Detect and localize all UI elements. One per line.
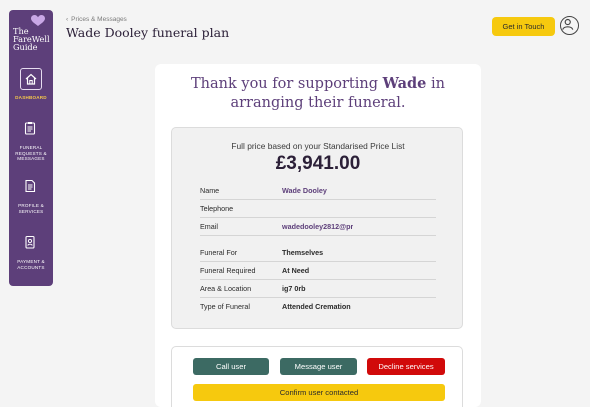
detail-row-email: Email wadedooley2812@pr <box>200 218 436 236</box>
sidebar-item-payment[interactable]: PAYMENT & ACCOUNTS <box>9 232 53 270</box>
sidebar: The FareWell Guide DASHBOARD FUNERAL REQ… <box>9 10 53 286</box>
detail-value: At Need <box>282 266 310 275</box>
sidebar-item-label: FUNERAL REQUESTS & MESSAGES <box>15 145 47 161</box>
message-user-button[interactable]: Message user <box>280 358 357 375</box>
detail-key: Funeral Required <box>200 266 256 275</box>
sidebar-item-label: PROFILE & SERVICES <box>18 203 44 214</box>
detail-row-funeral-required: Funeral Required At Need <box>200 262 436 280</box>
detail-key: Name <box>200 186 220 195</box>
price-label: Full price based on your Standarised Pri… <box>231 141 405 151</box>
thank-prefix: Thank you for supporting <box>191 76 378 92</box>
detail-row-type-of-funeral: Type of Funeral Attended Cremation <box>200 298 436 316</box>
person-icon <box>562 18 574 30</box>
email-link[interactable]: wadedooley2812@pr <box>282 222 353 231</box>
detail-value: Wade Dooley <box>282 186 327 195</box>
detail-key: Funeral For <box>200 248 238 257</box>
detail-row-name: Name Wade Dooley <box>200 182 436 200</box>
document-icon-box <box>20 176 42 198</box>
detail-value: Attended Cremation <box>282 302 351 311</box>
sidebar-item-label: DASHBOARD <box>15 95 47 100</box>
detail-key: Email <box>200 222 218 231</box>
thank-name: Wade <box>382 75 427 92</box>
sidebar-item-dashboard[interactable]: DASHBOARD <box>9 68 53 101</box>
price-amount: £3,941.00 <box>275 153 361 174</box>
detail-value: ig7 0rb <box>282 284 306 293</box>
logo-line-3: Guide <box>13 42 38 52</box>
detail-key: Area & Location <box>200 284 252 293</box>
document-icon <box>25 179 36 193</box>
id-card-icon-box <box>20 232 42 254</box>
decline-services-button[interactable]: Decline services <box>367 358 445 375</box>
confirm-user-contacted-button[interactable]: Confirm user contacted <box>193 384 445 401</box>
logo[interactable]: The FareWell Guide <box>9 10 53 60</box>
detail-value: Themselves <box>282 248 324 257</box>
user-avatar-icon[interactable] <box>560 16 579 35</box>
clipboard-icon <box>24 122 36 135</box>
detail-key: Telephone <box>200 204 234 213</box>
detail-key: Type of Funeral <box>200 302 250 311</box>
page-title: Wade Dooley funeral plan <box>66 25 230 40</box>
breadcrumb[interactable]: ‹ Prices & Messages <box>66 16 127 23</box>
get-in-touch-button[interactable]: Get in Touch <box>492 17 555 36</box>
price-summary: Full price based on your Standarised Pri… <box>171 127 463 329</box>
heart-logo-icon <box>31 15 45 26</box>
breadcrumb-label: Prices & Messages <box>71 16 127 23</box>
home-icon-box <box>20 68 42 90</box>
logo-text: The FareWell Guide <box>13 27 51 51</box>
chevron-left-icon: ‹ <box>66 16 69 23</box>
detail-row-telephone: Telephone <box>200 200 436 218</box>
funeral-plan-card: Thank you for supporting Wade in arrangi… <box>155 64 481 407</box>
thank-line-2: arranging their funeral. <box>230 95 406 111</box>
thank-you-heading: Thank you for supporting Wade in arrangi… <box>155 74 481 113</box>
thank-suffix: in <box>431 76 445 92</box>
detail-row-area-location: Area & Location ig7 0rb <box>200 280 436 298</box>
call-user-button[interactable]: Call user <box>193 358 269 375</box>
home-icon <box>25 73 37 85</box>
clipboard-icon-box <box>20 118 42 140</box>
sidebar-item-funeral-requests[interactable]: FUNERAL REQUESTS & MESSAGES <box>9 118 53 162</box>
sidebar-item-label: PAYMENT & ACCOUNTS <box>17 259 45 270</box>
detail-row-funeral-for: Funeral For Themselves <box>200 244 436 262</box>
sidebar-item-profile[interactable]: PROFILE & SERVICES <box>9 176 53 214</box>
id-card-icon <box>25 235 35 249</box>
actions-panel: Call user Message user Decline services … <box>171 346 463 407</box>
